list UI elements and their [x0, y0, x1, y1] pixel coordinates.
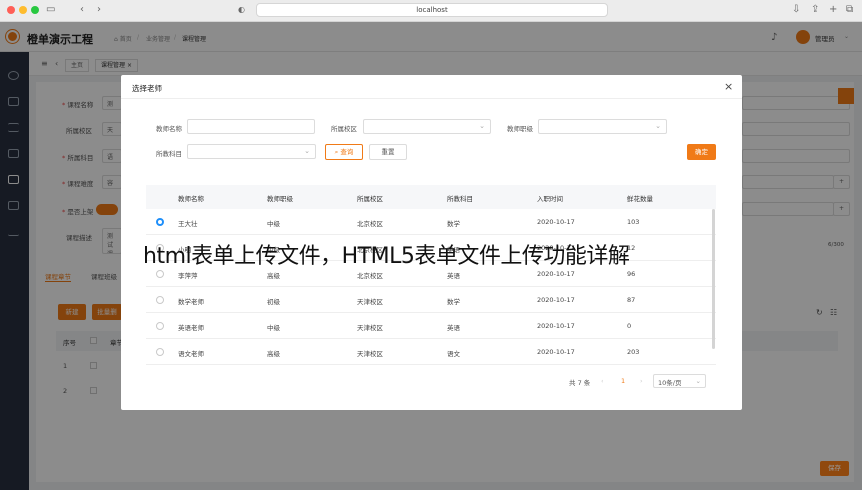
cell-campus: 北京校区 [357, 272, 383, 280]
col-header: 教师名称 [178, 195, 204, 203]
chevron-down-icon: ⌄ [304, 147, 310, 155]
cell-flowers: 203 [627, 348, 640, 356]
dialog-title: 选择老师 [132, 84, 162, 93]
share-icon[interactable]: ⇪ [811, 3, 819, 17]
close-icon[interactable]: × [724, 80, 733, 93]
next-page-icon[interactable]: › [640, 377, 643, 385]
cell-date: 2020-10-17 [537, 218, 575, 226]
cell-name: 英语老师 [178, 324, 204, 332]
search-icon: ⌕ [334, 148, 339, 156]
select-radio[interactable] [156, 322, 164, 330]
save-button[interactable]: 保存 [820, 461, 849, 476]
total-count: 共 7 条 [569, 379, 591, 387]
dialog-header: 选择老师 × [121, 75, 742, 99]
cell-campus: 北京校区 [357, 220, 383, 228]
minimize-window-button[interactable] [19, 6, 27, 14]
teacher-name-label: 教师名称 [156, 125, 182, 133]
reset-button[interactable]: 重置 [369, 144, 407, 160]
url-text: localhost [416, 6, 448, 14]
table-header: 教师名称 教师职级 所属校区 所教科目 入职时间 鲜花数量 [146, 185, 716, 209]
chevron-down-icon: ⌄ [479, 122, 485, 130]
level-select[interactable]: ⌄ [538, 119, 667, 134]
table-row[interactable]: 英语老师 中级 天津校区 英语 2020-10-17 0 [146, 313, 716, 339]
cell-flowers: 87 [627, 296, 636, 304]
cell-flowers: 103 [627, 218, 640, 226]
cell-subject: 英语 [447, 272, 460, 280]
cell-level: 中级 [267, 220, 280, 228]
cell-campus: 天津校区 [357, 324, 383, 332]
cell-date: 2020-10-17 [537, 322, 575, 330]
col-header: 鲜花数量 [627, 195, 653, 203]
address-bar[interactable]: localhost [256, 3, 608, 17]
privacy-shield-icon[interactable]: ◐ [238, 3, 245, 17]
cell-name: 李萍萍 [178, 272, 198, 280]
watermark-text: html表单上传文件，HTML5表单文件上传功能详解 [143, 244, 630, 269]
cell-campus: 天津校区 [357, 350, 383, 358]
cell-date: 2020-10-17 [537, 270, 575, 278]
query-button[interactable]: ⌕ 查询 [325, 144, 363, 160]
tab-overview-icon[interactable]: ⧉ [846, 3, 853, 17]
campus-label: 所属校区 [331, 125, 357, 133]
confirm-button[interactable]: 确定 [687, 144, 716, 160]
cell-level: 高级 [267, 350, 280, 358]
table-row[interactable]: 语文老师 高级 天津校区 语文 2020-10-17 203 [146, 339, 716, 365]
cell-flowers: 0 [627, 322, 632, 330]
table-row[interactable]: 数学老师 初级 天津校区 数学 2020-10-17 87 [146, 287, 716, 313]
zoom-window-button[interactable] [31, 6, 39, 14]
sidebar-toggle-icon[interactable]: ▭ [46, 3, 55, 17]
close-window-button[interactable] [7, 6, 15, 14]
page-size-select[interactable]: 10条/页 ⌄ [653, 374, 706, 388]
cell-level: 初级 [267, 298, 280, 306]
download-icon[interactable]: ⇩ [792, 3, 800, 17]
table-row[interactable]: 王大壮 中级 北京校区 数学 2020-10-17 103 [146, 209, 716, 235]
query-label: 查询 [340, 148, 354, 156]
cell-date: 2020-10-17 [537, 296, 575, 304]
cell-level: 中级 [267, 324, 280, 332]
back-arrow-icon[interactable]: ‹ [80, 3, 84, 17]
table-scrollbar[interactable] [712, 209, 715, 349]
cell-flowers: 96 [627, 270, 636, 278]
col-header: 所属校区 [357, 195, 383, 203]
chevron-down-icon: ⌄ [655, 122, 661, 130]
current-page[interactable]: 1 [621, 377, 625, 385]
select-radio[interactable] [156, 270, 164, 278]
cell-date: 2020-10-17 [537, 348, 575, 356]
browser-toolbar: ▭ ‹ › ◐ localhost ⇩ ⇪ + ⧉ [0, 0, 862, 22]
prev-page-icon[interactable]: ‹ [601, 377, 604, 385]
cell-subject: 数学 [447, 298, 460, 306]
cell-name: 王大壮 [178, 220, 198, 228]
col-header: 入职时间 [537, 195, 563, 203]
select-radio[interactable] [156, 218, 164, 226]
cell-name: 数学老师 [178, 298, 204, 306]
subject-label: 所教科目 [156, 150, 182, 158]
cell-name: 语文老师 [178, 350, 204, 358]
col-header: 教师职级 [267, 195, 293, 203]
new-tab-icon[interactable]: + [829, 3, 837, 17]
select-radio[interactable] [156, 296, 164, 304]
select-radio[interactable] [156, 348, 164, 356]
cell-subject: 语文 [447, 350, 460, 358]
cell-campus: 天津校区 [357, 298, 383, 306]
teacher-name-input[interactable] [187, 119, 315, 134]
cell-level: 高级 [267, 272, 280, 280]
cell-subject: 数学 [447, 220, 460, 228]
subject-select[interactable]: ⌄ [187, 144, 316, 159]
campus-select[interactable]: ⌄ [363, 119, 491, 134]
col-header: 所教科目 [447, 195, 473, 203]
chevron-down-icon: ⌄ [695, 377, 701, 385]
level-label: 教师职级 [507, 125, 533, 133]
page-size-label: 10条/页 [658, 379, 682, 387]
forward-arrow-icon[interactable]: › [97, 3, 101, 17]
cell-subject: 英语 [447, 324, 460, 332]
